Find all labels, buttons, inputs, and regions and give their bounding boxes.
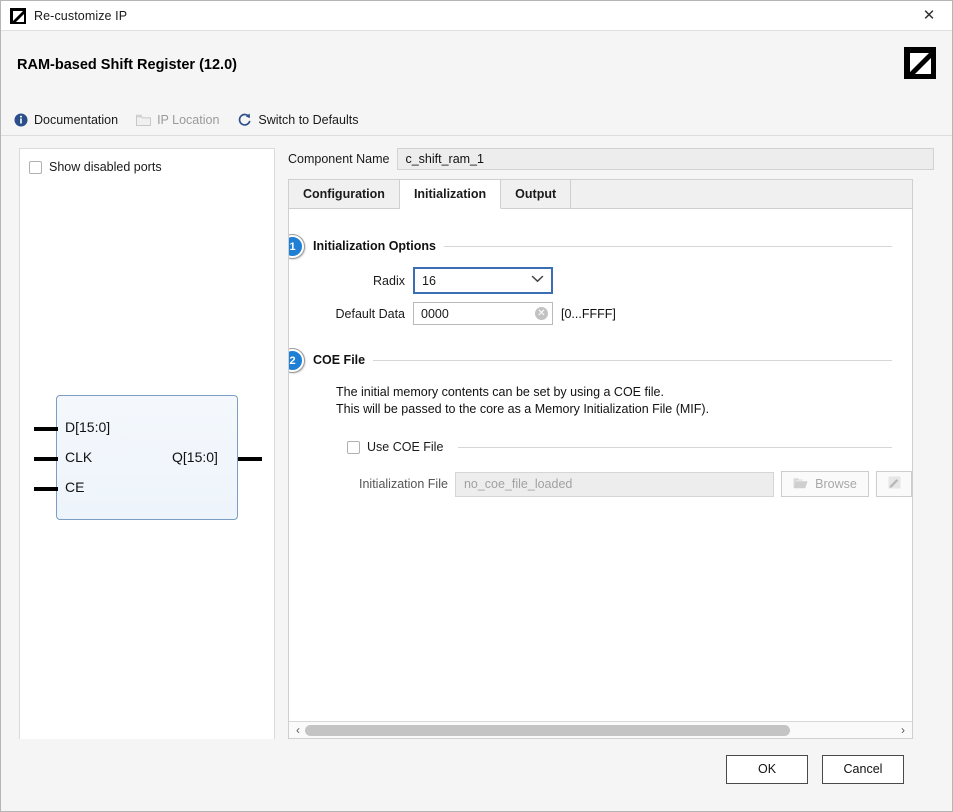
radix-label: Radix [373,273,405,288]
ip-location-label: IP Location [157,112,220,127]
horizontal-scrollbar[interactable]: ‹ › [289,721,912,738]
initialization-file-input[interactable]: no_coe_file_loaded [454,471,774,497]
close-icon[interactable]: ✕ [906,1,952,30]
clear-icon[interactable]: ✕ [535,307,548,320]
pencil-edit-icon [887,475,902,493]
default-data-value: 0000 [421,306,449,321]
section-divider [373,359,892,361]
component-name-label: Component Name [288,152,390,166]
xilinx-logo-icon [10,7,26,24]
radix-value: 16 [422,273,436,288]
tab-content-initialization: 1 Initialization Options Radix 16 Defaul… [289,209,912,721]
initialization-file-row: Initialization File no_coe_file_loaded B… [289,471,912,497]
info-icon [13,112,28,127]
re-customize-ip-dialog: Re-customize IP ✕ RAM-based Shift Regist… [0,0,953,812]
initialization-file-label: Initialization File [359,477,448,491]
section-divider [443,245,892,247]
tab-strip: Configuration Initialization Output [289,180,912,209]
scrollbar-track[interactable] [305,723,896,738]
port-label-clk: CLK [65,449,93,465]
ip-location-button[interactable]: IP Location [136,112,219,127]
initialization-options-title: Initialization Options [313,239,436,253]
initialization-options-section: 1 Initialization Options Radix 16 Defaul… [289,235,912,325]
switch-to-defaults-button[interactable]: Switch to Defaults [237,112,358,127]
browse-label: Browse [815,477,857,491]
title-bar: Re-customize IP ✕ [1,1,952,31]
page-title: RAM-based Shift Register (12.0) [17,57,237,73]
header-toolbar: Documentation IP Location Switch to Defa… [13,112,358,127]
port-label-q: Q[15:0] [172,449,218,465]
scroll-left-icon[interactable]: ‹ [291,723,305,738]
switch-to-defaults-label: Switch to Defaults [258,112,359,127]
documentation-label: Documentation [34,112,119,127]
folder-icon [136,112,152,127]
use-coe-file-label: Use COE File [367,440,444,454]
initialization-options-header: Initialization Options [289,239,912,253]
dialog-header: RAM-based Shift Register (12.0) Document… [1,31,952,136]
refresh-icon [237,112,252,127]
window-title: Re-customize IP [34,8,128,23]
port-label-ce: CE [65,479,85,495]
use-coe-file-checkbox[interactable] [347,440,360,454]
use-coe-file-row: Use COE File [289,440,912,454]
browse-button[interactable]: Browse [781,471,869,497]
default-data-row: Default Data 0000 ✕ [0...FFFF] [289,302,912,325]
scrollbar-thumb[interactable] [305,724,790,736]
coe-file-header: COE File [289,353,912,367]
coe-description-line-2: This will be passed to the core as a Mem… [336,402,710,416]
component-name-row: Component Name c_shift_ram_1 [288,148,942,170]
default-data-range-hint: [0...FFFF] [561,306,616,321]
coe-description-line-1: The initial memory contents can be set b… [336,385,664,399]
show-disabled-ports-checkbox[interactable] [29,160,42,174]
ip-symbol-block [56,395,238,520]
default-data-input[interactable]: 0000 ✕ [413,302,553,325]
default-data-label: Default Data [335,306,405,321]
ok-button[interactable]: OK [726,754,808,784]
pin-q [238,457,262,461]
scroll-right-icon[interactable]: › [896,723,910,738]
dialog-body: Show disabled ports D[15:0] CLK CE Q[15:… [1,136,952,739]
component-name-input[interactable]: c_shift_ram_1 [397,148,934,170]
tab-output[interactable]: Output [501,180,572,208]
pin-d [34,427,58,431]
cancel-button[interactable]: Cancel [822,754,904,784]
ip-symbol-diagram: D[15:0] CLK CE Q[15:0] [20,149,274,739]
port-label-d: D[15:0] [65,419,111,435]
edit-coe-button[interactable] [876,471,912,497]
tab-initialization[interactable]: Initialization [399,180,502,209]
documentation-button[interactable]: Documentation [13,112,118,127]
folder-open-icon [793,477,808,492]
ip-symbol-panel: Show disabled ports D[15:0] CLK CE Q[15:… [19,148,275,739]
chevron-down-icon [531,275,544,286]
pin-ce [34,487,58,491]
section-divider [458,446,892,448]
tab-strip-filler [571,180,912,208]
tab-panel: Configuration Initialization Output 1 In… [288,179,913,739]
coe-file-title: COE File [313,353,366,367]
show-disabled-ports-row[interactable]: Show disabled ports [20,149,274,174]
show-disabled-ports-label: Show disabled ports [49,160,162,174]
coe-file-section: 2 COE File The initial memory contents c… [289,349,912,497]
xilinx-brand-logo-icon [904,47,936,79]
dialog-footer: OK Cancel [1,739,952,811]
tab-configuration[interactable]: Configuration [289,180,400,208]
radix-select[interactable]: 16 [413,267,553,294]
radix-row: Radix 16 [289,267,912,294]
pin-clk [34,457,58,461]
ip-config-panel: Component Name c_shift_ram_1 Configurati… [288,148,942,739]
